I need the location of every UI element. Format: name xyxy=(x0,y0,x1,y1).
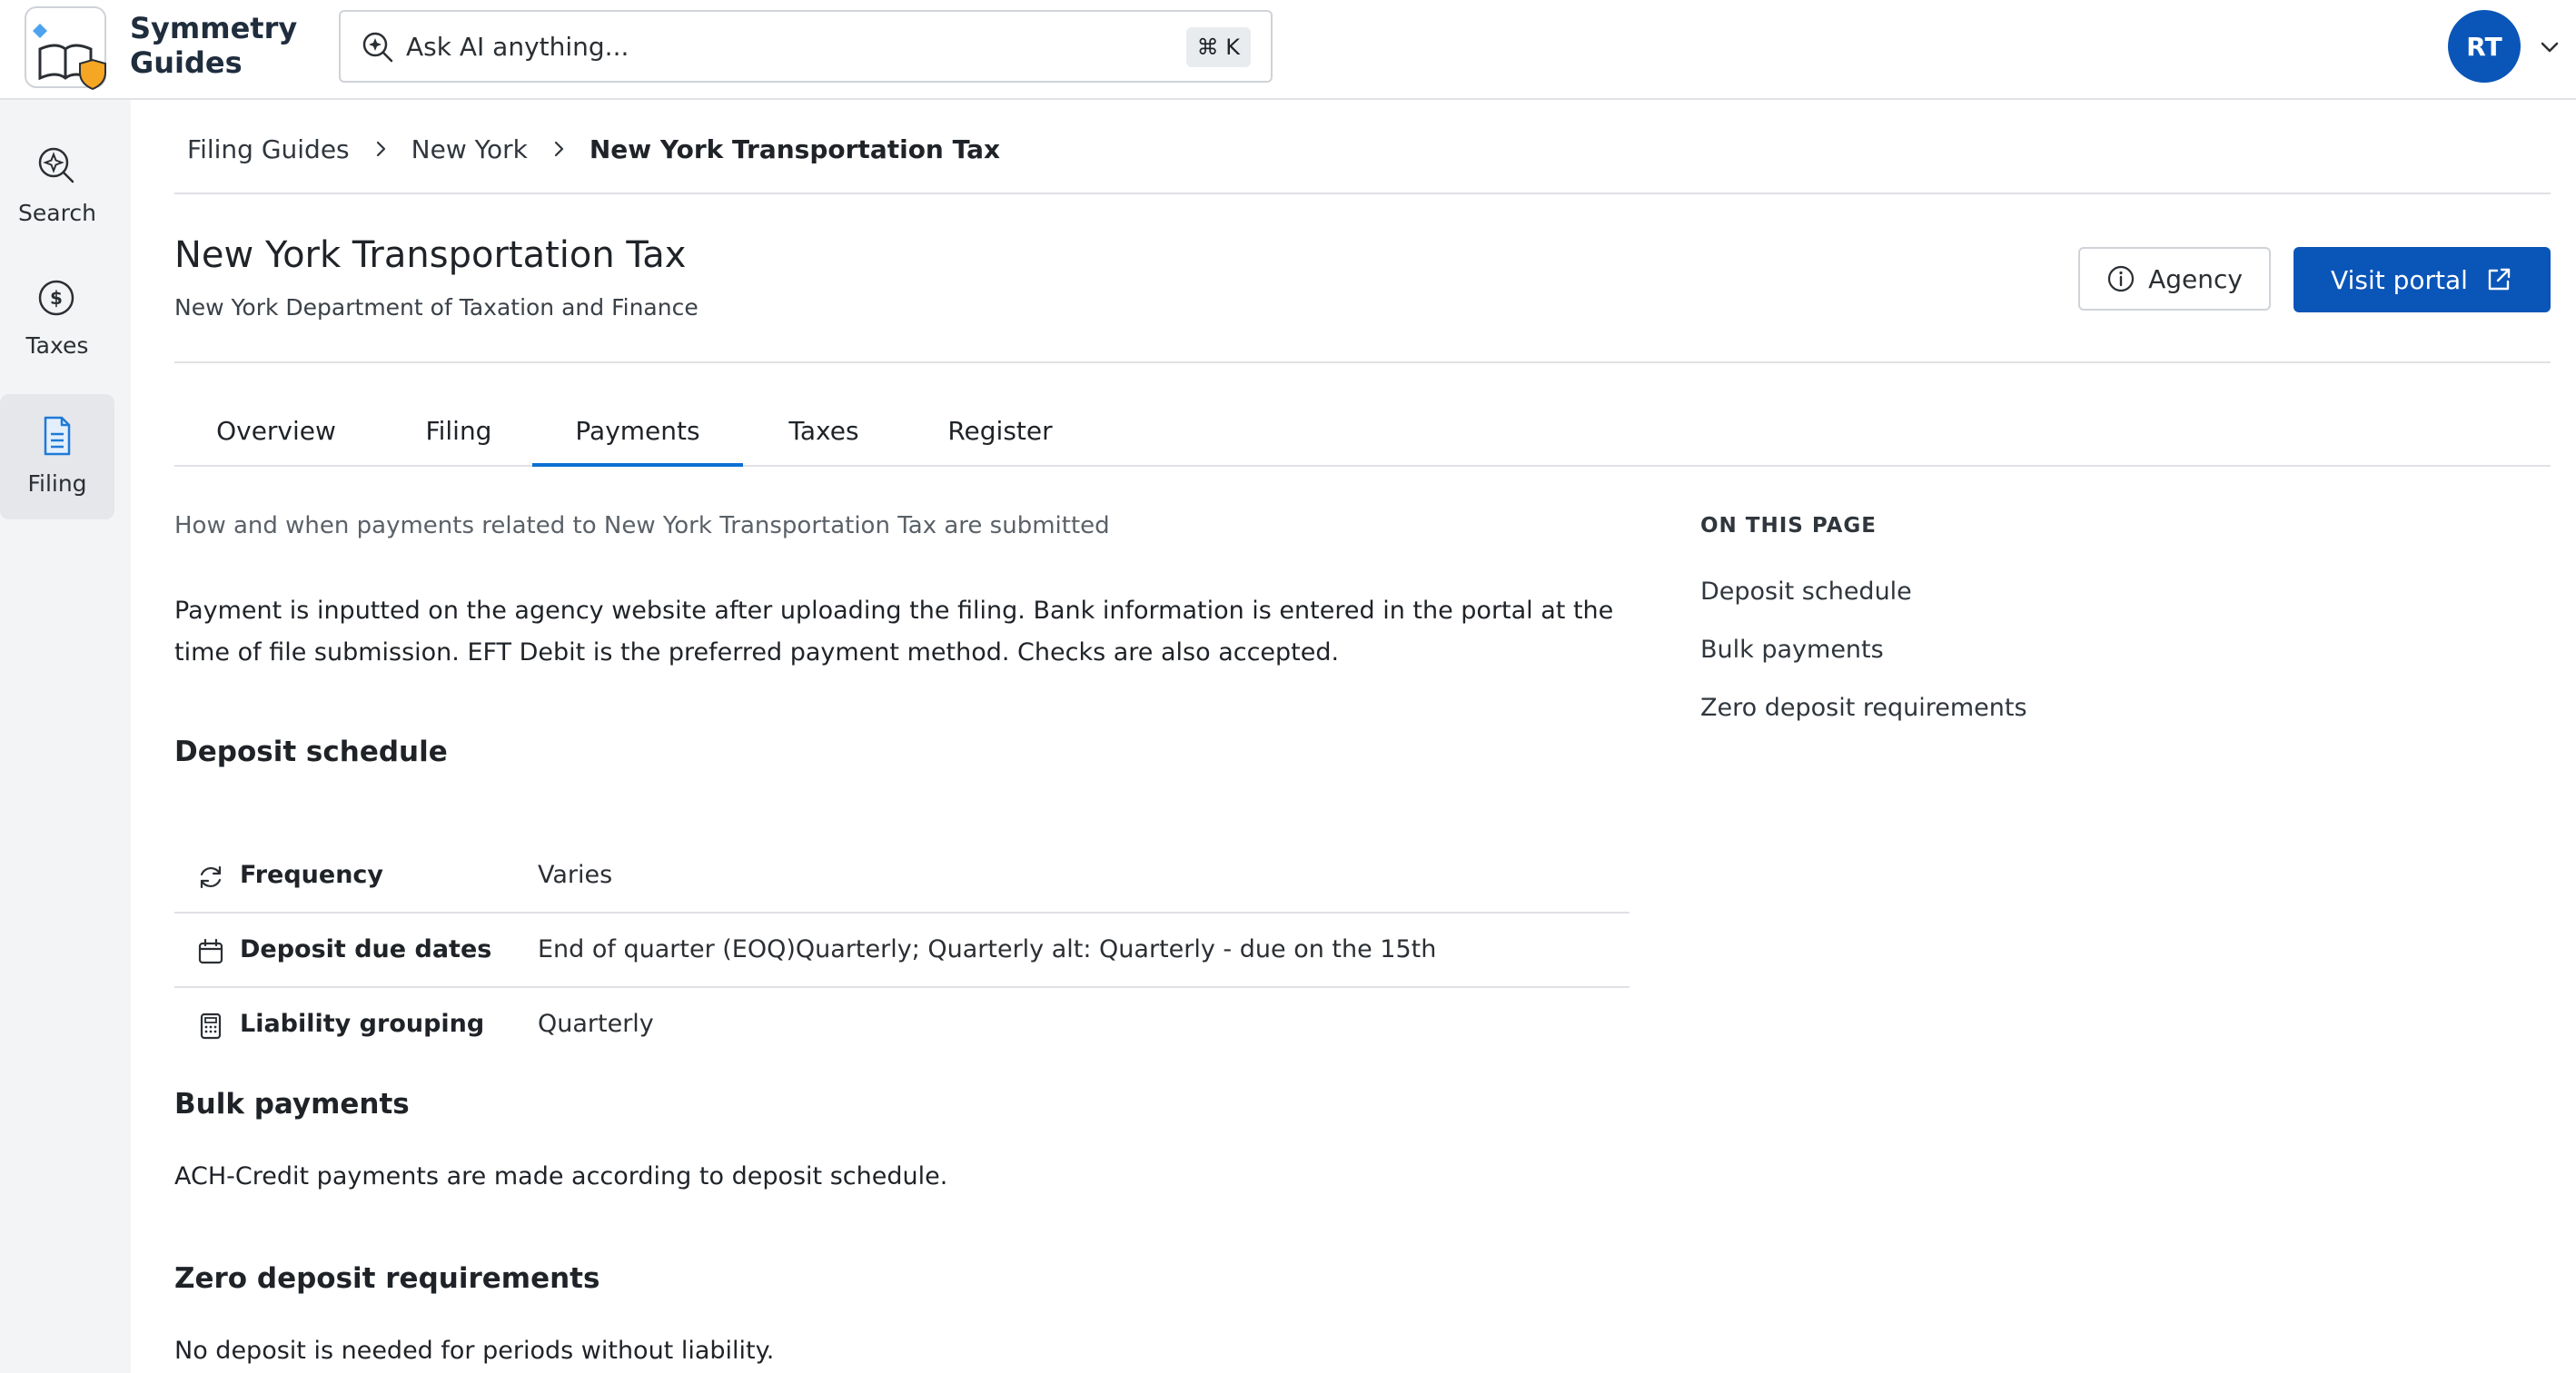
breadcrumb-item-new-york[interactable]: New York xyxy=(411,134,528,164)
dollar-circle-icon: $ xyxy=(38,280,74,316)
visit-portal-button-label: Visit portal xyxy=(2331,264,2468,295)
info-icon xyxy=(2107,265,2135,292)
keyboard-shortcut-badge: ⌘ K xyxy=(1185,27,1251,67)
payment-description: Payment is inputted on the agency websit… xyxy=(174,597,1614,667)
tab-payments[interactable]: Payments xyxy=(532,407,743,467)
bulk-payments-text: ACH-Credit payments are made according t… xyxy=(174,1162,948,1190)
svg-text:$: $ xyxy=(50,287,63,309)
breadcrumb-item-current: New York Transportation Tax xyxy=(589,133,1001,164)
deposit-schedule-heading: Deposit schedule xyxy=(174,736,448,768)
left-sidebar: Search $ Taxes Filing xyxy=(0,100,131,1373)
user-avatar[interactable]: RT xyxy=(2448,10,2521,83)
row-value: End of quarter (EOQ)Quarterly; Quarterly… xyxy=(538,935,1437,963)
tab-overview[interactable]: Overview xyxy=(174,407,378,467)
visit-portal-button[interactable]: Visit portal xyxy=(2294,247,2551,312)
sidebar-item-filing[interactable]: Filing xyxy=(0,394,114,519)
tab-taxes[interactable]: Taxes xyxy=(743,407,905,467)
chevron-right-icon xyxy=(554,141,563,157)
page-subtitle: New York Department of Taxation and Fina… xyxy=(174,294,698,321)
document-icon xyxy=(44,416,71,456)
calendar-icon xyxy=(198,938,223,964)
section-intro: How and when payments related to New Yor… xyxy=(174,512,1110,539)
brand-line-2: Guides xyxy=(130,45,243,80)
page-title: New York Transportation Tax xyxy=(174,234,687,276)
sidebar-item-search[interactable]: Search xyxy=(0,123,114,249)
sidebar-item-label: Filing xyxy=(27,470,87,497)
toc-item-zero-deposit[interactable]: Zero deposit requirements xyxy=(1700,694,2027,722)
zero-deposit-heading: Zero deposit requirements xyxy=(174,1262,600,1295)
divider xyxy=(174,193,2551,194)
row-value: Quarterly xyxy=(538,1010,654,1038)
calculator-icon xyxy=(200,1012,222,1040)
table-row: Liability grouping Quarterly xyxy=(174,988,1630,1062)
agency-button[interactable]: Agency xyxy=(2078,247,2271,311)
external-link-icon xyxy=(2488,268,2511,291)
sidebar-item-label: Search xyxy=(18,200,96,226)
on-this-page-nav: ON THIS PAGE Deposit schedule Bulk payme… xyxy=(1700,514,2027,722)
breadcrumb-item-filing-guides[interactable]: Filing Guides xyxy=(187,134,350,164)
brand-line-1: Symmetry xyxy=(130,11,298,45)
chevron-right-icon xyxy=(376,141,385,157)
ask-ai-search-input[interactable]: Ask AI anything... ⌘ K xyxy=(339,10,1273,83)
tab-register[interactable]: Register xyxy=(905,407,1095,467)
toc-item-bulk-payments[interactable]: Bulk payments xyxy=(1700,636,1884,664)
chevron-down-icon[interactable] xyxy=(2537,35,2562,60)
zero-deposit-text: No deposit is needed for periods without… xyxy=(174,1337,775,1365)
table-row: Deposit due dates End of quarter (EOQ)Qu… xyxy=(174,914,1630,988)
breadcrumb: Filing Guides New York New York Transpor… xyxy=(187,131,1000,167)
refresh-icon xyxy=(200,865,222,889)
brand-name[interactable]: Symmetry Guides xyxy=(130,11,297,80)
row-label: Liability grouping xyxy=(240,1010,485,1038)
row-label: Frequency xyxy=(240,861,384,889)
sidebar-item-taxes[interactable]: $ Taxes xyxy=(0,256,114,381)
toc-title: ON THIS PAGE xyxy=(1700,514,1878,538)
row-label: Deposit due dates xyxy=(240,935,492,963)
tab-filing[interactable]: Filing xyxy=(378,407,540,467)
divider xyxy=(174,361,2551,363)
sidebar-item-label: Taxes xyxy=(25,332,89,359)
search-placeholder: Ask AI anything... xyxy=(406,32,629,62)
deposit-schedule-table: Frequency Varies Deposit due dates End o… xyxy=(174,839,1630,1062)
toc-item-deposit-schedule[interactable]: Deposit schedule xyxy=(1700,578,1912,606)
row-value: Varies xyxy=(538,861,613,889)
book-shield-logo-icon[interactable] xyxy=(20,4,111,93)
bulk-payments-heading: Bulk payments xyxy=(174,1088,410,1121)
sparkle-search-icon xyxy=(38,147,74,183)
table-row: Frequency Varies xyxy=(174,839,1630,914)
sparkle-search-icon xyxy=(362,32,393,63)
tab-bar: Overview Filing Payments Taxes Register xyxy=(174,407,2551,467)
agency-button-label: Agency xyxy=(2148,263,2243,294)
top-header: Symmetry Guides Ask AI anything... ⌘ K R… xyxy=(0,0,2576,100)
